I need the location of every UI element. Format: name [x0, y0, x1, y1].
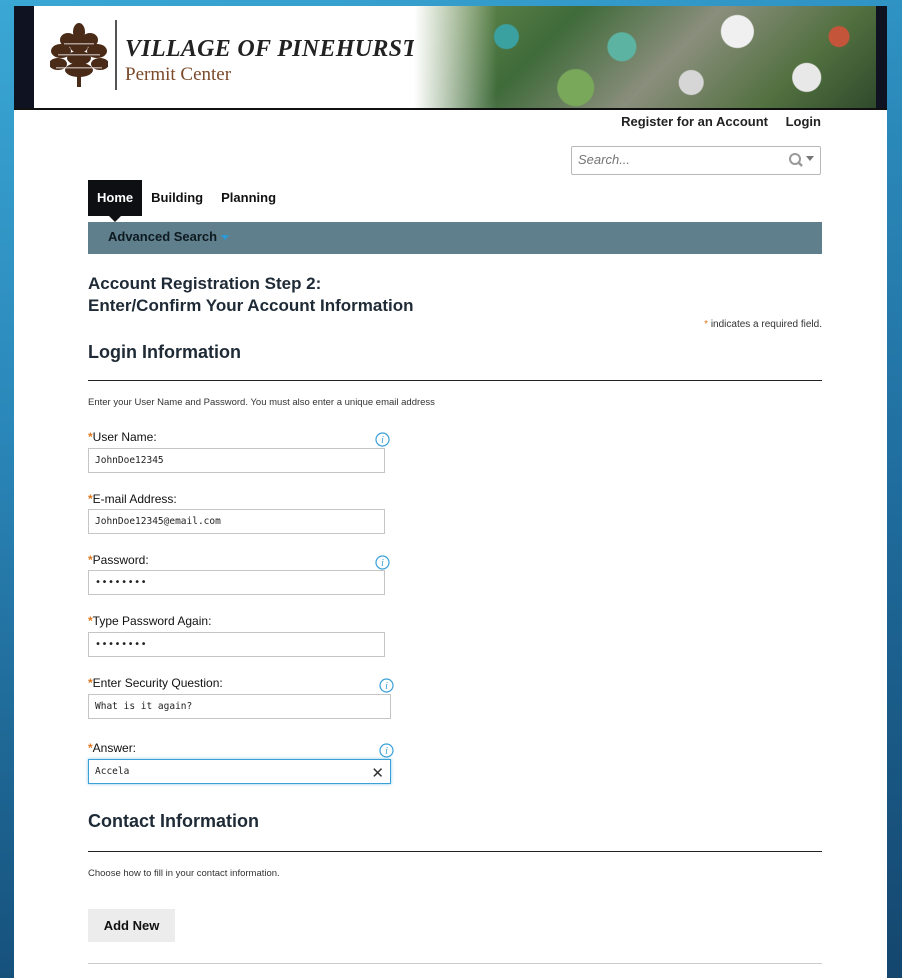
- email-field[interactable]: JohnDoe12345@email.com: [88, 509, 385, 534]
- svg-text:i: i: [381, 435, 384, 446]
- svg-text:i: i: [381, 558, 384, 569]
- advanced-search-label: Advanced Search: [108, 229, 218, 244]
- required-star: *: [704, 319, 709, 330]
- search-dropdown-icon[interactable]: [786, 151, 816, 169]
- brand-subtitle: Permit Center: [125, 64, 232, 85]
- search-input[interactable]: [572, 147, 778, 172]
- security-question-label-text: Enter Security Question:: [92, 676, 223, 690]
- security-question-label: *Enter Security Question:: [88, 676, 223, 690]
- info-icon[interactable]: i: [379, 743, 394, 758]
- email-label: *E-mail Address:: [88, 492, 177, 506]
- clear-icon[interactable]: ✕: [371, 762, 384, 785]
- bottom-divider: [88, 963, 822, 964]
- password-label-text: Password:: [92, 553, 149, 567]
- info-icon[interactable]: i: [375, 432, 390, 447]
- pinecone-logo-icon[interactable]: [50, 22, 108, 88]
- password-confirm-label: *Type Password Again:: [88, 614, 211, 628]
- answer-value: Accela: [95, 766, 130, 777]
- password-label: *Password:: [88, 553, 149, 567]
- password-field[interactable]: ••••••••: [88, 570, 385, 595]
- tab-home[interactable]: Home: [88, 180, 143, 222]
- svg-text:i: i: [385, 681, 388, 692]
- login-divider: [88, 380, 822, 381]
- aerial-photo-image: [414, 6, 876, 108]
- answer-label-text: Answer:: [92, 741, 137, 755]
- page-title: Account Registration Step 2: Enter/Confi…: [88, 273, 414, 317]
- info-icon[interactable]: i: [375, 555, 390, 570]
- window-right-frame: [887, 0, 902, 978]
- login-info-heading: Login Information: [88, 342, 241, 362]
- username-field[interactable]: JohnDoe12345: [88, 448, 385, 473]
- contact-hint: Choose how to fill in your contact infor…: [88, 868, 280, 879]
- advanced-search-menu[interactable]: Advanced Search: [108, 229, 230, 244]
- main-nav: Home Building Planning: [88, 180, 285, 222]
- password-confirm-label-text: Type Password Again:: [92, 614, 212, 628]
- username-label: *User Name:: [88, 430, 157, 444]
- banner-edge-right: [876, 6, 887, 108]
- page-title-line1: Account Registration Step 2:: [88, 274, 322, 293]
- window-left-frame: [0, 0, 14, 978]
- sub-nav-bar: Advanced Search: [88, 222, 822, 254]
- contact-divider: [88, 851, 822, 852]
- page-title-line2: Enter/Confirm Your Account Information: [88, 296, 414, 315]
- register-link[interactable]: Register for an Account: [621, 114, 768, 129]
- add-new-button[interactable]: Add New: [88, 909, 175, 942]
- contact-info-heading: Contact Information: [88, 811, 259, 831]
- security-question-field[interactable]: What is it again?: [88, 694, 391, 719]
- answer-field[interactable]: Accela ✕: [88, 759, 391, 784]
- site-banner: VILLAGE OF PINEHURST Permit Center: [14, 6, 887, 110]
- chevron-down-icon: [221, 235, 230, 241]
- banner-edge-left: [14, 6, 34, 108]
- logo-divider: [115, 20, 117, 90]
- info-icon[interactable]: i: [379, 678, 394, 693]
- password-confirm-field[interactable]: ••••••••: [88, 632, 385, 657]
- login-hint: Enter your User Name and Password. You m…: [88, 397, 435, 408]
- account-links: Register for an Account Login: [607, 114, 821, 129]
- page: VILLAGE OF PINEHURST Permit Center Regis…: [14, 6, 887, 978]
- brand-title: VILLAGE OF PINEHURST: [125, 36, 418, 62]
- email-label-text: E-mail Address:: [92, 492, 177, 506]
- answer-label: *Answer:: [88, 741, 136, 755]
- search-box: [571, 146, 821, 175]
- tab-planning[interactable]: Planning: [212, 180, 285, 216]
- username-label-text: User Name:: [92, 430, 157, 444]
- required-field-note: * indicates a required field.: [704, 319, 822, 330]
- login-link[interactable]: Login: [786, 114, 821, 129]
- svg-text:i: i: [385, 746, 388, 757]
- required-note-text: indicates a required field.: [710, 319, 822, 330]
- tab-building[interactable]: Building: [142, 180, 212, 216]
